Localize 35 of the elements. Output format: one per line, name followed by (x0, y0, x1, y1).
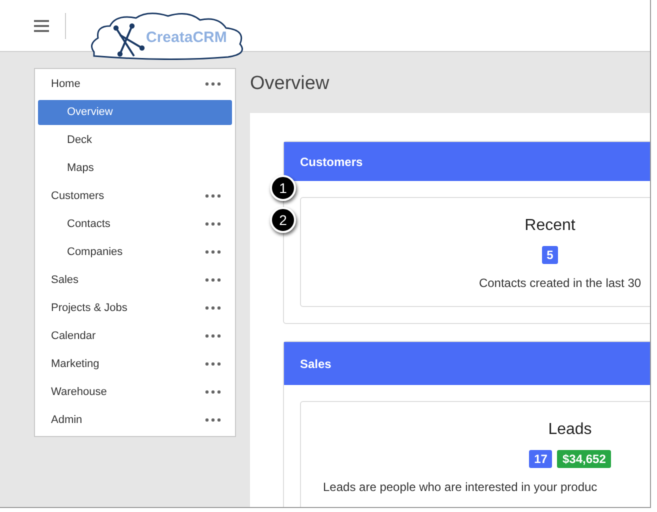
nav-item[interactable]: Marketing (38, 356, 100, 372)
nav-item[interactable]: Home (38, 76, 80, 92)
nav-item[interactable]: Customers (38, 188, 104, 204)
more-icon[interactable] (205, 334, 221, 338)
nav-item[interactable]: Companies (38, 244, 123, 260)
more-icon[interactable] (205, 418, 221, 422)
count-badge: $34,652 (557, 450, 611, 468)
more-icon[interactable] (205, 222, 221, 226)
nav-item[interactable]: Contacts (38, 216, 110, 232)
more-icon[interactable] (205, 82, 221, 86)
count-badge: 17 (529, 450, 552, 468)
more-icon[interactable] (205, 362, 221, 366)
nav-item[interactable]: Warehouse (38, 384, 107, 400)
page-title: Overview (250, 72, 330, 96)
card-title: Recent (524, 216, 576, 236)
nav-item[interactable]: Maps (38, 160, 94, 176)
card-description: Leads are people who are interested in your produc (323, 479, 598, 496)
more-icon[interactable] (205, 306, 221, 310)
more-icon[interactable] (205, 390, 221, 394)
nav-item[interactable]: Projects & Jobs (38, 300, 128, 316)
nav-item[interactable]: Deck (38, 132, 92, 148)
logo-text: CreataCRM (146, 28, 227, 48)
card-description: Contacts created in the last 30 (478, 275, 642, 292)
card-title: Leads (548, 420, 592, 440)
count-badge: 5 (542, 246, 558, 264)
panel-header: Customers (284, 142, 650, 181)
more-icon[interactable] (205, 250, 221, 254)
panel-header: Sales (284, 342, 650, 385)
menu-icon[interactable] (34, 20, 49, 32)
nav-item[interactable]: Overview (38, 100, 232, 124)
more-icon[interactable] (205, 278, 221, 282)
nav-item[interactable]: Calendar (38, 328, 96, 344)
more-icon[interactable] (205, 194, 221, 198)
nav-item[interactable]: Admin (38, 412, 82, 428)
nav-item[interactable]: Sales (38, 272, 79, 288)
